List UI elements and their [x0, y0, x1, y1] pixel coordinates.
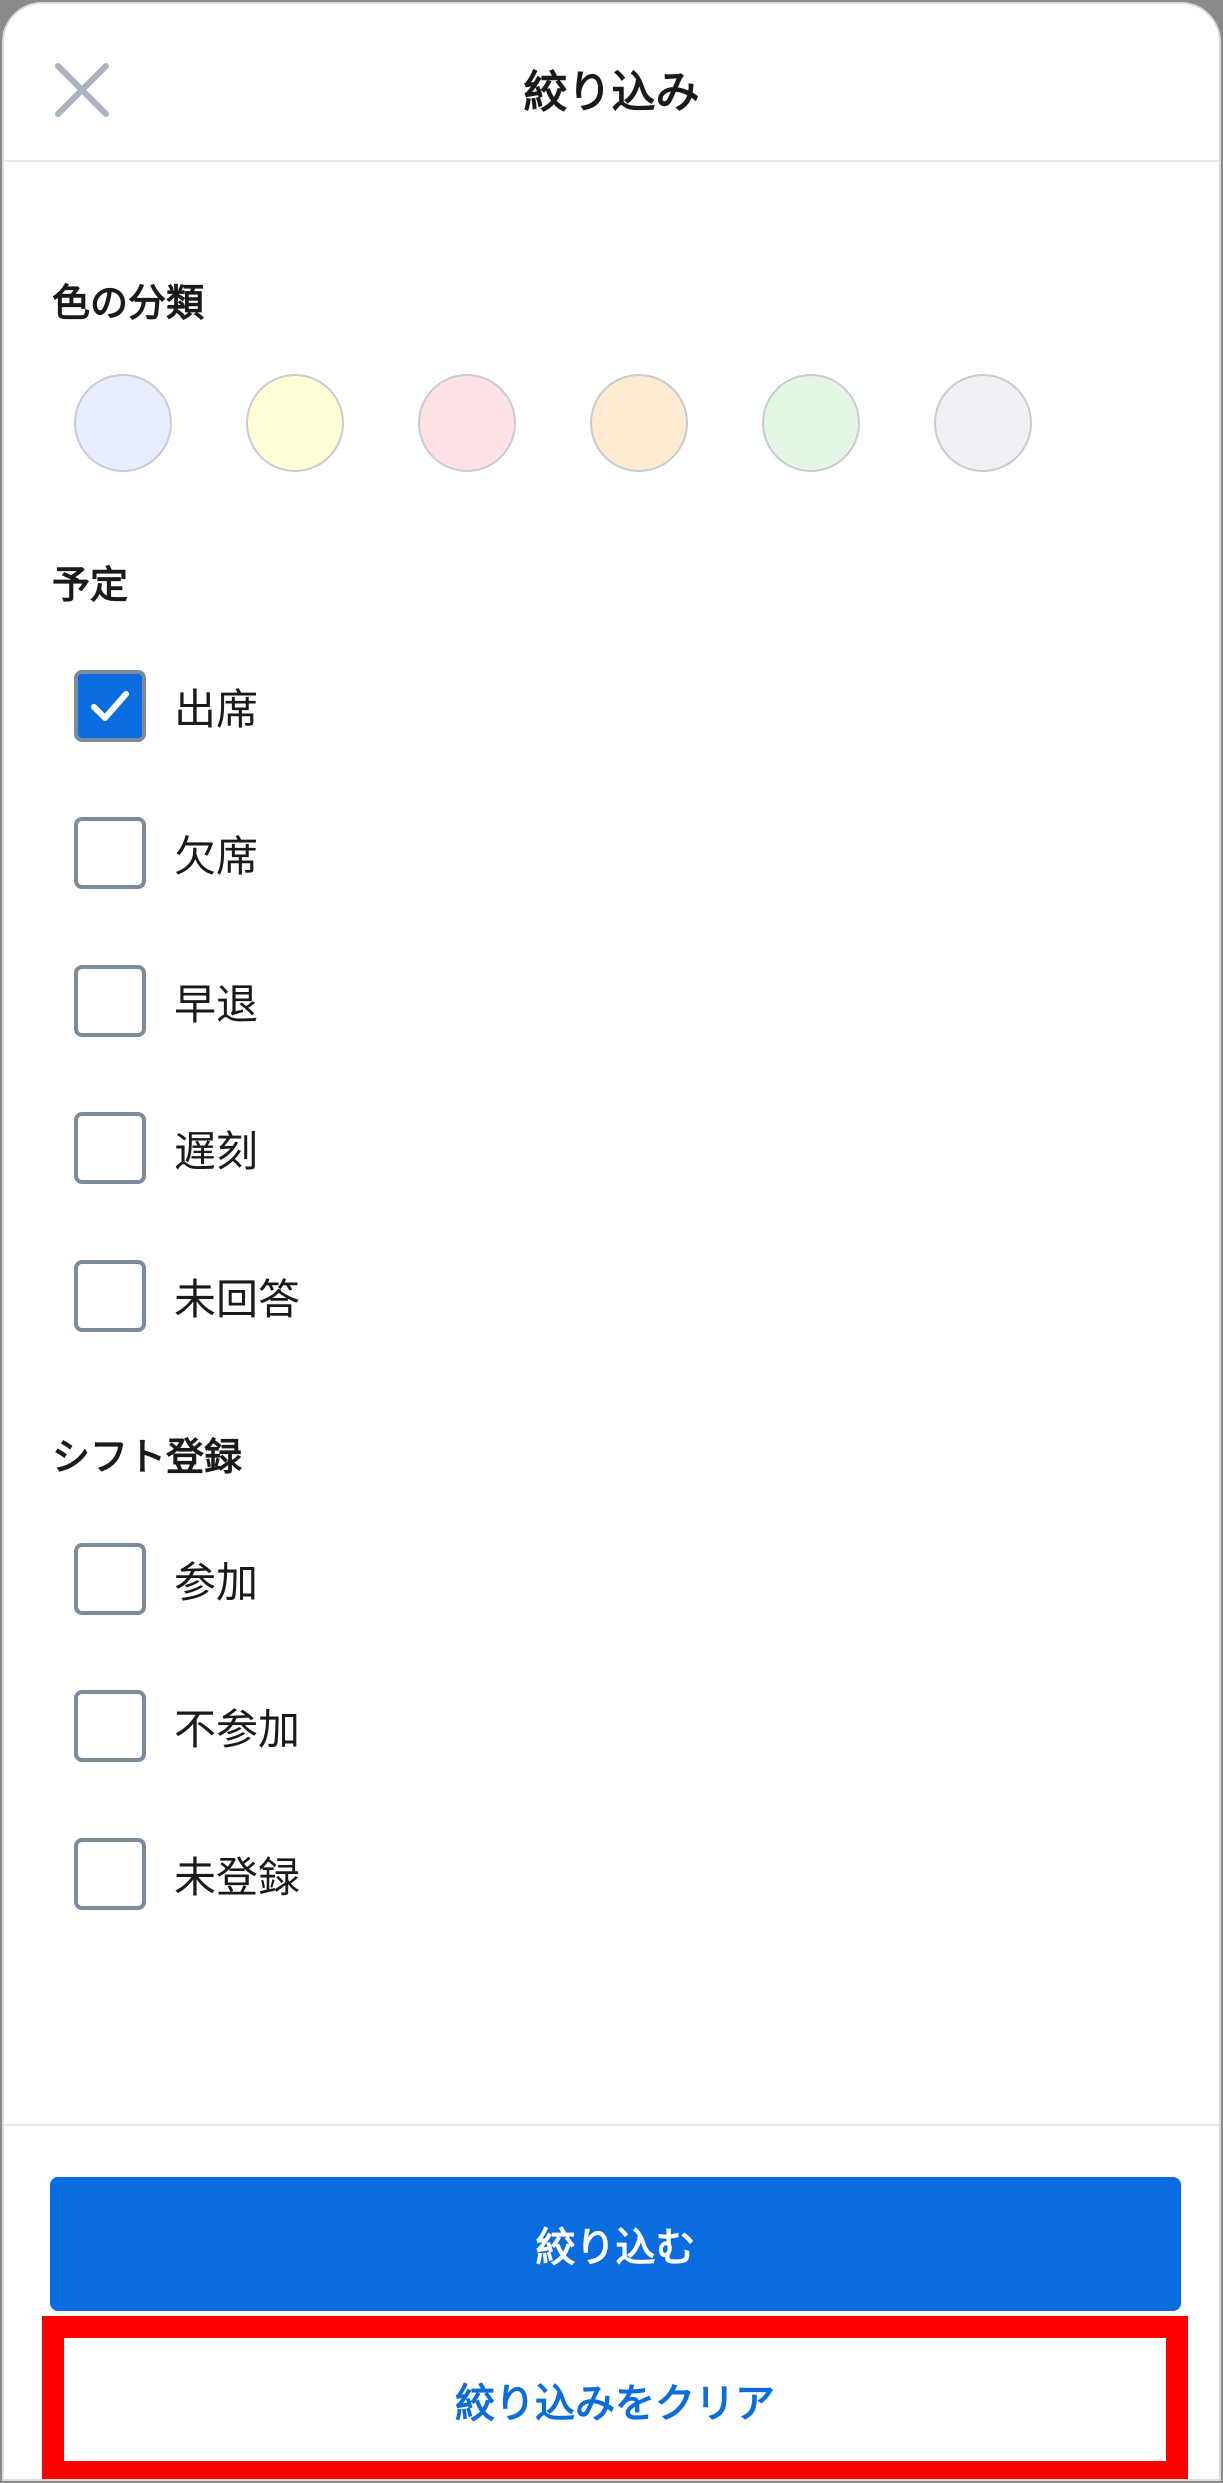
checkbox-unregistered[interactable]	[74, 1838, 146, 1910]
apply-filter-button[interactable]: 絞り込む	[50, 2177, 1181, 2311]
color-section-title: 色の分類	[52, 281, 205, 325]
checkbox-label: 参加	[174, 1557, 259, 1607]
page-title: 絞り込み	[523, 67, 700, 118]
shift-section-title: シフト登録	[52, 1435, 243, 1479]
checkbox-label: 欠席	[174, 831, 259, 881]
schedule-section-title: 予定	[52, 563, 129, 607]
checkbox-participate[interactable]	[74, 1543, 146, 1615]
checkbox-early-leave[interactable]	[74, 965, 146, 1037]
checkbox-label: 未回答	[174, 1274, 301, 1324]
color-swatch-gray[interactable]	[934, 374, 1032, 472]
checkbox-row-early-leave[interactable]: 早退	[74, 964, 258, 1038]
checkbox-row-late[interactable]: 遅刻	[74, 1111, 258, 1185]
checkbox-attend[interactable]	[74, 670, 146, 742]
footer-divider	[4, 2124, 1219, 2126]
checkbox-absent[interactable]	[74, 817, 146, 889]
checkbox-row-unregistered[interactable]: 未登録	[74, 1837, 300, 1911]
checkmark-icon	[91, 691, 129, 721]
checkbox-row-not-participate[interactable]: 不参加	[74, 1689, 300, 1763]
checkbox-row-absent[interactable]: 欠席	[74, 816, 258, 890]
checkbox-row-attend[interactable]: 出席	[74, 669, 258, 743]
checkbox-label: 未登録	[174, 1852, 301, 1902]
checkbox-late[interactable]	[74, 1112, 146, 1184]
checkbox-label: 遅刻	[174, 1126, 259, 1176]
color-swatch-pink[interactable]	[418, 374, 516, 472]
checkbox-row-no-answer[interactable]: 未回答	[74, 1259, 300, 1333]
clear-filter-button[interactable]: 絞り込みをクリア	[64, 2338, 1166, 2461]
checkbox-no-answer[interactable]	[74, 1260, 146, 1332]
checkbox-label: 不参加	[174, 1704, 301, 1754]
color-swatch-blue[interactable]	[74, 374, 172, 472]
checkbox-label: 早退	[174, 979, 259, 1029]
sheet-header: 絞り込み	[4, 4, 1219, 162]
filter-sheet: 絞り込み 色の分類 予定 出席 欠席 早退 遅刻 未回答 シフト登録 参加 不参…	[2, 2, 1221, 2481]
color-swatch-yellow[interactable]	[246, 374, 344, 472]
checkbox-label: 出席	[174, 684, 259, 734]
checkbox-not-participate[interactable]	[74, 1690, 146, 1762]
color-swatch-green[interactable]	[762, 374, 860, 472]
color-swatch-orange[interactable]	[590, 374, 688, 472]
checkbox-row-participate[interactable]: 参加	[74, 1542, 258, 1616]
